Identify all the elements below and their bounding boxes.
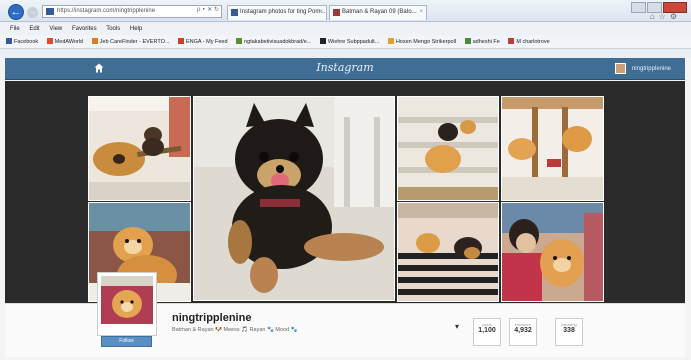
bookmark-icon	[177, 38, 184, 44]
dropdown-arrow-icon[interactable]: ▾	[455, 322, 459, 331]
profile-photo-image	[101, 276, 153, 324]
bookmark-item[interactable]: MedAWorld	[46, 35, 83, 48]
follow-button[interactable]: Follow	[101, 336, 152, 347]
bookmark-icon	[464, 38, 471, 44]
tab-instagram[interactable]: Instagram photos for ting Pom... ×	[227, 5, 327, 20]
bookmark-icon	[387, 38, 394, 44]
bookmark-item[interactable]: ngtakabetivisuadokbrad/e...	[236, 35, 311, 48]
browser-chrome: ← → https://instagram.com/ningtripplenin…	[0, 0, 691, 58]
menu-bar: File Edit View Favorites Tools Help	[0, 23, 691, 35]
address-controls[interactable]: ρ ‣ ✕ ↻	[184, 5, 222, 18]
profile-picture[interactable]	[97, 272, 157, 336]
bookmark-icon	[236, 38, 243, 44]
menu-view[interactable]: View	[49, 26, 62, 32]
bookmark-item[interactable]: adheshi Fe	[464, 35, 500, 48]
bookmark-icon	[508, 38, 515, 44]
header-user-menu[interactable]: ningtripplenine	[615, 63, 671, 75]
star-icon[interactable]: ☆	[659, 12, 670, 21]
photo-tile[interactable]	[501, 202, 604, 302]
tab-label: Instagram photos for ting Pom...	[240, 9, 326, 15]
stairs-pom-photo	[398, 97, 498, 200]
menu-edit[interactable]: Edit	[29, 26, 39, 32]
header-username: ningtripplenine	[631, 66, 671, 73]
photo-tile[interactable]	[397, 96, 499, 201]
bookmark-item[interactable]: Facebook	[6, 35, 38, 48]
gear-icon[interactable]: ⚙	[670, 12, 681, 21]
stat-value: 1,100	[478, 327, 496, 334]
profile-bio: Batman & Rayan 🐶 Meess 🎵 Rayan 🐾 Mood 🐾	[172, 327, 298, 333]
tab-label: Batman & Rayan 09 (Bato...	[342, 9, 417, 15]
black-pom-photo	[194, 97, 394, 300]
bookmark-icon	[46, 38, 53, 44]
guitar-dog-photo	[89, 97, 190, 200]
stat-followers[interactable]: followers 4,932	[509, 318, 537, 346]
striped-bed-photo	[398, 203, 498, 301]
girl-with-pom-photo	[502, 203, 603, 301]
address-text: https://instagram.com/ningtripplenine	[57, 8, 156, 14]
instagram-header: Instagram ningtripplenine	[5, 58, 685, 80]
bookmark-item[interactable]: Wiehre Subppadult...	[319, 35, 379, 48]
photo-tile[interactable]	[88, 96, 191, 201]
menu-help[interactable]: Help	[130, 26, 142, 32]
menu-file[interactable]: File	[10, 26, 20, 32]
instagram-logo[interactable]: Instagram	[5, 61, 685, 74]
bookmark-icon	[91, 38, 98, 44]
avatar	[615, 63, 627, 74]
photo-tile-featured[interactable]	[193, 96, 395, 301]
bookmark-item[interactable]: Hosen Mengo Strikerpoll	[387, 35, 456, 48]
browser-toolbar-icons: ⌂☆⚙	[650, 12, 681, 21]
bookmark-item[interactable]: M charlotrove	[508, 35, 550, 48]
browser-titlebar: ← → https://instagram.com/ningtripplenin…	[0, 0, 691, 22]
page-favicon-icon	[333, 9, 340, 16]
chair-pom-photo	[502, 97, 603, 200]
site-icon	[46, 8, 54, 15]
instagram-favicon-icon	[231, 9, 238, 16]
profile-username: ningtripplenine	[172, 312, 252, 324]
stat-value: 338	[563, 327, 575, 334]
home-icon[interactable]: ⌂	[650, 12, 659, 21]
close-tab-icon[interactable]: ×	[419, 6, 423, 19]
photo-tile[interactable]	[501, 96, 604, 201]
bookmark-item[interactable]: ENGA - My Feed	[177, 35, 228, 48]
bookmark-icon	[6, 38, 12, 44]
close-tab-icon[interactable]: ×	[319, 6, 323, 19]
photo-tile[interactable]	[397, 202, 499, 302]
stat-posts[interactable]: posts 1,100	[473, 318, 501, 346]
back-button[interactable]: ←	[8, 4, 24, 20]
menu-favorites[interactable]: Favorites	[72, 26, 97, 32]
avatar	[101, 276, 153, 324]
bookmark-icon	[319, 38, 326, 44]
forward-button[interactable]: →	[27, 7, 38, 18]
menu-tools[interactable]: Tools	[106, 26, 120, 32]
profile-photo-banner	[5, 81, 685, 303]
bookmarks-bar: Facebook MedAWorld Jeb CareFinder - EVER…	[0, 35, 691, 49]
stat-following[interactable]: following 338	[555, 318, 583, 346]
stat-value: 4,932	[514, 327, 532, 334]
minimize-button[interactable]	[631, 2, 646, 13]
bookmark-item[interactable]: Jeb CareFinder - EVERTO...	[91, 35, 169, 48]
tab-batman[interactable]: Batman & Rayan 09 (Bato... ×	[329, 5, 427, 20]
